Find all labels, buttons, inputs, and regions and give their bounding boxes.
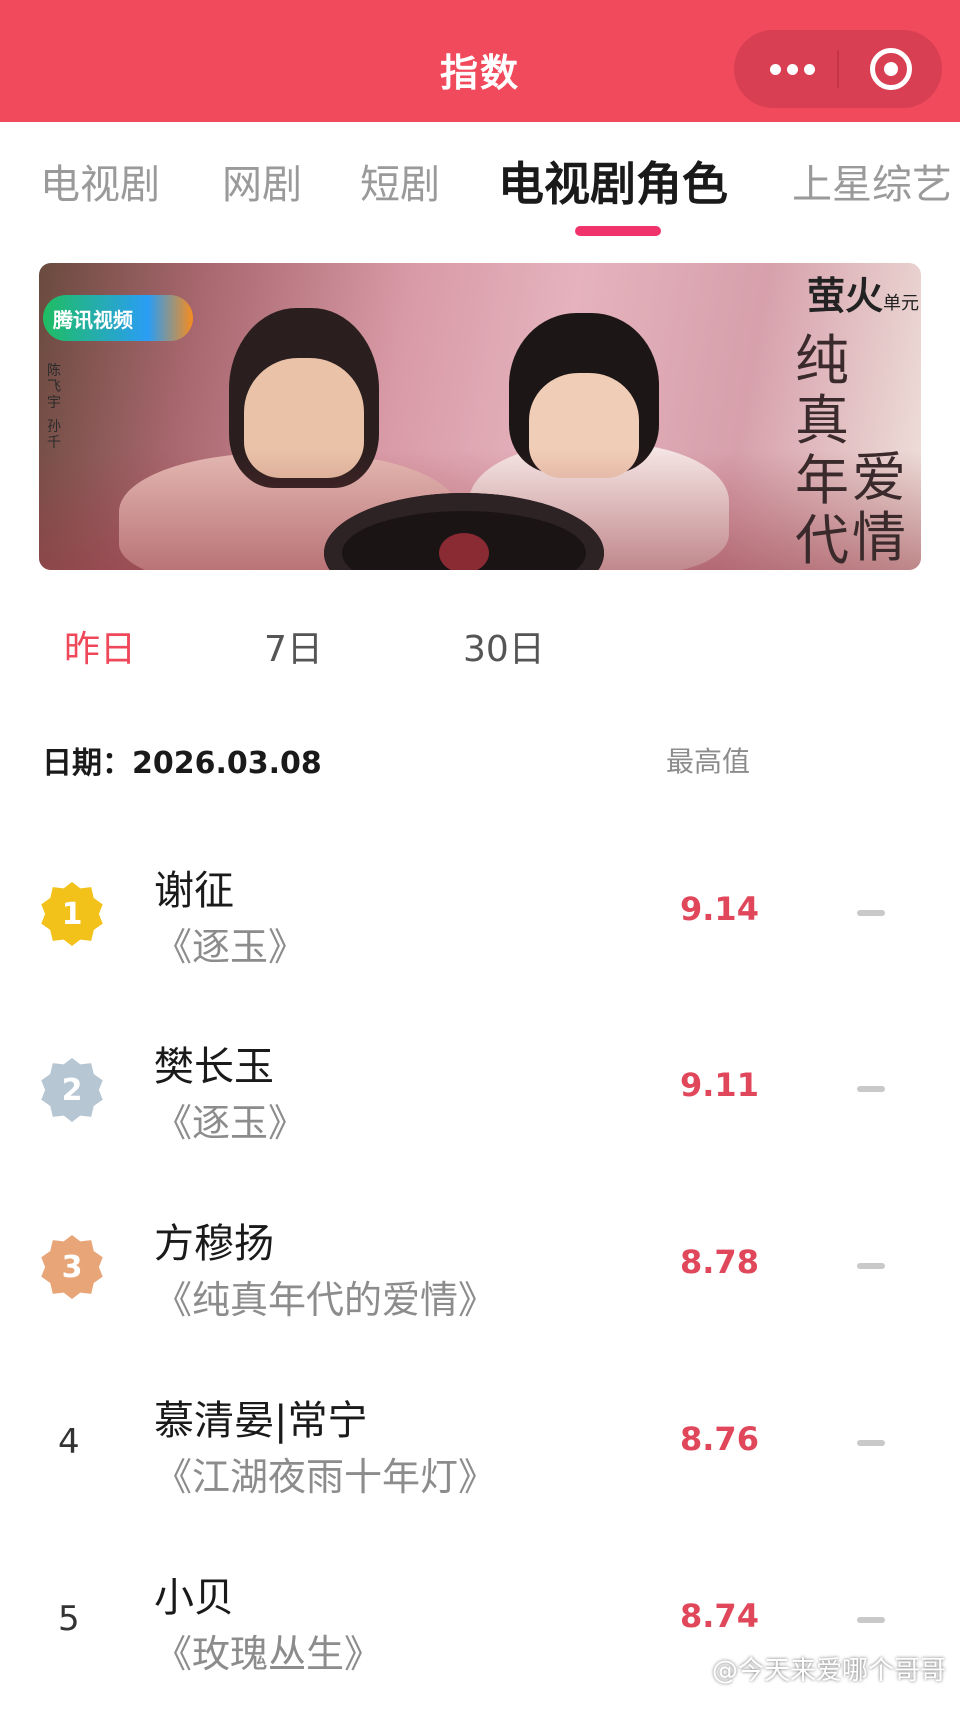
flat-dash-icon (857, 1086, 885, 1092)
index-score: 9.14 (680, 890, 759, 928)
banner-title-line2: 爱情 (852, 446, 906, 569)
flat-dash-icon (857, 1617, 885, 1623)
banner-title-line1: 纯真年代 (795, 329, 849, 571)
tab-variety[interactable]: 上星综艺 (792, 152, 952, 210)
cast-name: 陈飞宇 (47, 363, 61, 411)
drama-title: 《纯真年代的爱情》 (154, 1278, 497, 1322)
promo-banner[interactable]: 腾讯视频 陈飞宇 孙千 萤火单元 纯真年代 爱情 (39, 263, 921, 570)
ranking-row[interactable]: 2 樊长玉 《逐玉》 9.11 (0, 1034, 960, 1184)
target-circle-icon[interactable] (870, 48, 912, 90)
drama-title: 《江湖夜雨十年灯》 (154, 1455, 497, 1499)
banner-cast: 陈飞宇 孙千 (47, 363, 73, 451)
cast-name: 孙千 (47, 419, 61, 451)
flat-dash-icon (857, 1440, 885, 1446)
gold-medal-icon: 1 (41, 882, 103, 946)
brand-sub: 单元 (883, 293, 920, 314)
drama-title: 《逐玉》 (154, 925, 307, 969)
ranking-row[interactable]: 3 方穆扬 《纯真年代的爱情》 8.78 (0, 1211, 960, 1361)
period-tab-30days[interactable]: 30日 (463, 620, 545, 672)
category-tabs: 电视剧 网剧 短剧 电视剧角色 上星综艺 (0, 122, 960, 240)
top-bar: 指数 (0, 0, 960, 122)
index-score: 9.11 (680, 1066, 759, 1104)
period-tab-yesterday[interactable]: 昨日 (64, 620, 136, 672)
drama-title: 《玫瑰丛生》 (154, 1632, 383, 1676)
bronze-medal-icon: 3 (41, 1235, 103, 1299)
date-label: 日期： (42, 746, 132, 781)
rank-number: 4 (58, 1422, 80, 1462)
tab-short-drama[interactable]: 短剧 (360, 152, 440, 210)
index-score: 8.78 (680, 1243, 759, 1281)
banner-brand: 萤火单元 (807, 265, 919, 320)
role-name: 方穆扬 (154, 1221, 274, 1267)
brand-name: 萤火 (807, 274, 884, 318)
more-dots-icon[interactable] (762, 52, 822, 86)
drama-title: 《逐玉》 (154, 1101, 307, 1145)
flat-dash-icon (857, 1263, 885, 1269)
role-name: 谢征 (154, 868, 234, 914)
index-score: 8.74 (680, 1597, 759, 1635)
date-value: 2026.03.08 (132, 746, 322, 781)
tab-web-series[interactable]: 网剧 (222, 152, 302, 210)
ranking-row[interactable]: 4 慕清晏|常宁 《江湖夜雨十年灯》 8.76 (0, 1388, 960, 1538)
tab-tv-role[interactable]: 电视剧角色 (498, 148, 728, 214)
date-row: 日期：2026.03.08 (42, 738, 322, 782)
role-name: 小贝 (154, 1575, 234, 1621)
mini-program-capsule (734, 30, 942, 108)
rank-number: 5 (58, 1599, 80, 1639)
tencent-video-logo: 腾讯视频 (43, 295, 193, 341)
max-value-column-label: 最高值 (666, 745, 751, 778)
ranking-row[interactable]: 5 小贝 《玫瑰丛生》 8.74 (0, 1565, 960, 1715)
ranking-row[interactable]: 1 谢征 《逐玉》 9.14 (0, 858, 960, 1008)
tab-tv-series[interactable]: 电视剧 (40, 152, 160, 210)
watermark-text: @今天来爱哪个哥哥 (711, 1656, 946, 1686)
flat-dash-icon (857, 910, 885, 916)
silver-medal-icon: 2 (41, 1058, 103, 1122)
index-score: 8.76 (680, 1420, 759, 1458)
active-tab-indicator (575, 226, 661, 236)
role-name: 樊长玉 (154, 1044, 274, 1090)
period-tab-7days[interactable]: 7日 (264, 620, 323, 672)
role-name: 慕清晏|常宁 (154, 1398, 368, 1444)
capsule-divider (837, 50, 839, 88)
